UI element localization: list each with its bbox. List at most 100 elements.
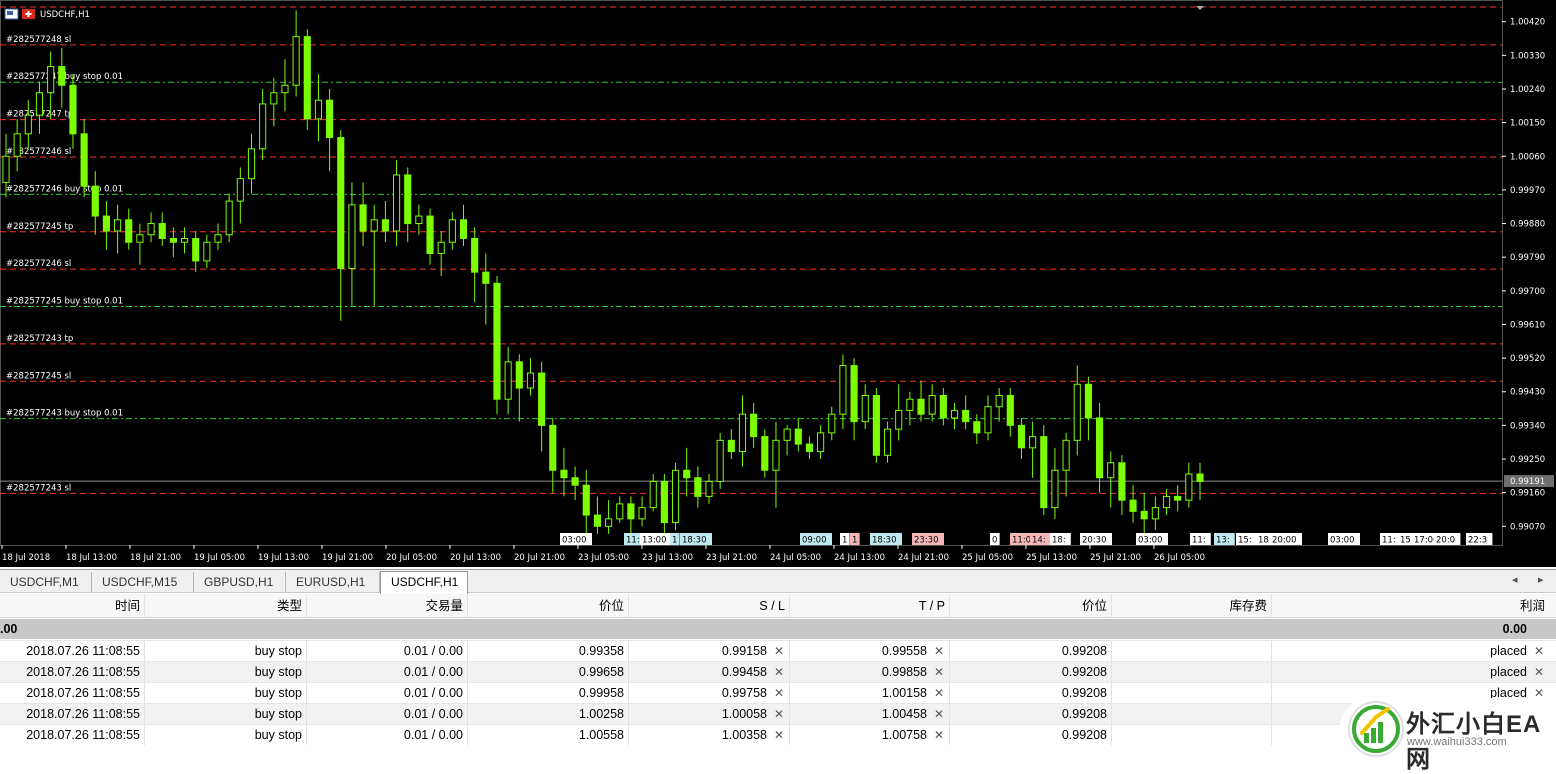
event-tag[interactable]: 22:3 xyxy=(1466,533,1493,546)
event-tag[interactable]: 03:00 xyxy=(1136,533,1168,546)
remove-tp-icon[interactable]: ✕ xyxy=(934,704,944,725)
event-tag[interactable]: 20:0 xyxy=(1434,533,1461,546)
event-tag[interactable]: 03:00 xyxy=(1328,533,1360,546)
candle-body xyxy=(1017,424,1026,449)
tab-usdchf-h1[interactable]: USDCHF,H1 xyxy=(380,571,468,594)
event-tag[interactable]: 11: xyxy=(1380,533,1401,546)
event-tag-label: 15: xyxy=(1238,536,1252,546)
column-header[interactable]: 利润 xyxy=(1278,594,1548,617)
order-cell xyxy=(1110,704,1270,724)
event-tag[interactable]: 18:30 xyxy=(870,533,902,546)
event-tag[interactable]: 09:00 xyxy=(800,533,832,546)
candle-body xyxy=(236,178,244,202)
order-cell: buy stop xyxy=(254,707,302,721)
time-axis-label: 25 Jul 05:00 xyxy=(962,553,1013,563)
order-cell: 2018.07.26 11:08:55 xyxy=(26,665,140,679)
event-tag[interactable]: 1 xyxy=(840,533,850,546)
event-tag[interactable]: 18:30 xyxy=(680,533,712,546)
event-tag[interactable]: 11: xyxy=(1190,533,1211,546)
column-header[interactable]: 类型 xyxy=(145,594,305,617)
remove-tp-icon[interactable]: ✕ xyxy=(934,725,944,746)
price-axis-label: 0.99070 xyxy=(1510,522,1545,532)
candle-body xyxy=(381,219,389,232)
column-header[interactable]: S / L xyxy=(628,594,788,617)
candle-body xyxy=(817,432,825,453)
remove-tp-icon[interactable]: ✕ xyxy=(934,662,944,683)
site-watermark: 外汇小白EA网 www.waihui333.com xyxy=(1340,698,1556,773)
candle-body xyxy=(694,477,702,497)
tab-prev-icon[interactable]: ◂ xyxy=(1512,573,1518,586)
candle-body xyxy=(549,424,557,471)
candle-body xyxy=(314,99,323,120)
candle-body xyxy=(448,219,456,243)
candle-body xyxy=(114,219,122,232)
chart-shift-icon[interactable] xyxy=(1196,6,1204,10)
remove-tp-icon[interactable]: ✕ xyxy=(934,683,944,704)
remove-sl-icon[interactable]: ✕ xyxy=(774,641,784,662)
candle-body xyxy=(370,219,378,232)
event-tag[interactable]: 15: xyxy=(1236,533,1257,546)
candle-body xyxy=(783,428,791,441)
column-header[interactable]: 时间 xyxy=(3,594,143,617)
order-cell: 0.01 / 0.00 xyxy=(403,686,463,700)
time-axis-label: 26 Jul 05:00 xyxy=(1154,553,1205,563)
event-tag[interactable]: 0 xyxy=(990,533,1000,546)
column-header[interactable]: 价位 xyxy=(467,594,627,617)
remove-order-icon[interactable]: ✕ xyxy=(1534,641,1544,662)
event-tag[interactable]: 20:30 xyxy=(1080,533,1112,546)
order-row[interactable]: 2018.07.26 11:08:55 buy stop 0.01 / 0.00 0.… xyxy=(0,661,1556,682)
column-divider xyxy=(1271,725,1272,745)
event-tag[interactable]: 1 xyxy=(850,533,860,546)
order-cell: 0.01 / 0.00 xyxy=(403,644,463,658)
event-tag[interactable]: 18: xyxy=(1050,533,1071,546)
candle-body xyxy=(504,361,512,400)
order-row[interactable]: 2018.07.26 11:08:55 buy stop 0.01 / 0.00 0.… xyxy=(0,682,1556,703)
tab-usdchf-m1[interactable]: USDCHF,M1 xyxy=(0,572,92,592)
candle-body xyxy=(91,185,99,217)
event-tag[interactable]: 1 xyxy=(670,533,680,546)
remove-order-icon[interactable]: ✕ xyxy=(1534,662,1544,683)
candle-body xyxy=(259,103,267,150)
order-cell: 0.99158 xyxy=(721,644,767,658)
chart-window[interactable]: 1.00420 1.00330 1.00240 1.00150 1.00060 0.999… xyxy=(0,0,1556,567)
column-header[interactable]: 交易量 xyxy=(306,594,466,617)
column-header[interactable]: 库存费 xyxy=(1110,594,1270,617)
remove-sl-icon[interactable]: ✕ xyxy=(774,725,784,746)
order-row[interactable]: 2018.07.26 11:08:55 buy stop 0.01 / 0.00 1.… xyxy=(0,703,1556,724)
order-row[interactable]: 2018.07.26 11:08:55 buy stop 0.01 / 0.00 0.… xyxy=(0,640,1556,661)
price-axis-label: 1.00060 xyxy=(1510,152,1545,162)
order-row[interactable]: 2018.07.26 11:08:55 buy stop 0.01 / 0.00 1.… xyxy=(0,724,1556,745)
tab-usdchf-m15[interactable]: USDCHF,M15 xyxy=(92,572,194,592)
order-cell: 2018.07.26 11:08:55 xyxy=(26,707,140,721)
candle-body xyxy=(24,114,32,135)
order-cell: 0.99208 xyxy=(1061,644,1107,658)
candle-body xyxy=(805,443,814,453)
column-header[interactable]: T / P xyxy=(788,594,948,617)
tab-next-icon[interactable]: ▸ xyxy=(1538,573,1544,586)
tab-eurusd-h1[interactable]: EURUSD,H1 xyxy=(286,572,380,592)
remove-tp-icon[interactable]: ✕ xyxy=(934,641,944,662)
candle-body xyxy=(593,514,601,527)
event-tag[interactable]: 15 xyxy=(1398,533,1414,546)
column-header[interactable]: 价位 xyxy=(950,594,1110,617)
event-tag[interactable]: 14: xyxy=(1030,533,1051,546)
remove-sl-icon[interactable]: ✕ xyxy=(774,704,784,725)
price-chart[interactable]: 1.00420 1.00330 1.00240 1.00150 1.00060 0.999… xyxy=(0,0,1556,567)
order-cell: placed xyxy=(1490,644,1527,658)
event-tag[interactable]: 13:00 xyxy=(640,533,672,546)
event-tag[interactable]: 13: xyxy=(1214,533,1235,546)
tab-gbpusd-h1[interactable]: GBPUSD,H1 xyxy=(194,572,286,592)
order-cell: buy stop xyxy=(254,728,302,742)
order-line-label: #282577246 sl xyxy=(6,259,71,269)
event-tag-label: 09:00 xyxy=(802,536,827,546)
price-axis-label: 1.00420 xyxy=(1510,18,1545,28)
event-tag[interactable]: 03:00 xyxy=(560,533,592,546)
chart-title: USDCHF,H1 xyxy=(40,10,90,20)
candle-body xyxy=(649,480,657,509)
remove-sl-icon[interactable]: ✕ xyxy=(774,683,784,704)
order-cell: 0.99208 xyxy=(1061,707,1107,721)
remove-sl-icon[interactable]: ✕ xyxy=(774,662,784,683)
event-tag[interactable]: 23:30 xyxy=(912,533,944,546)
chart-tab-bar: USDCHF,M1 USDCHF,M15 GBPUSD,H1 EURUSD,H1… xyxy=(0,569,1556,594)
event-tag[interactable]: 20:00 xyxy=(1270,533,1302,546)
